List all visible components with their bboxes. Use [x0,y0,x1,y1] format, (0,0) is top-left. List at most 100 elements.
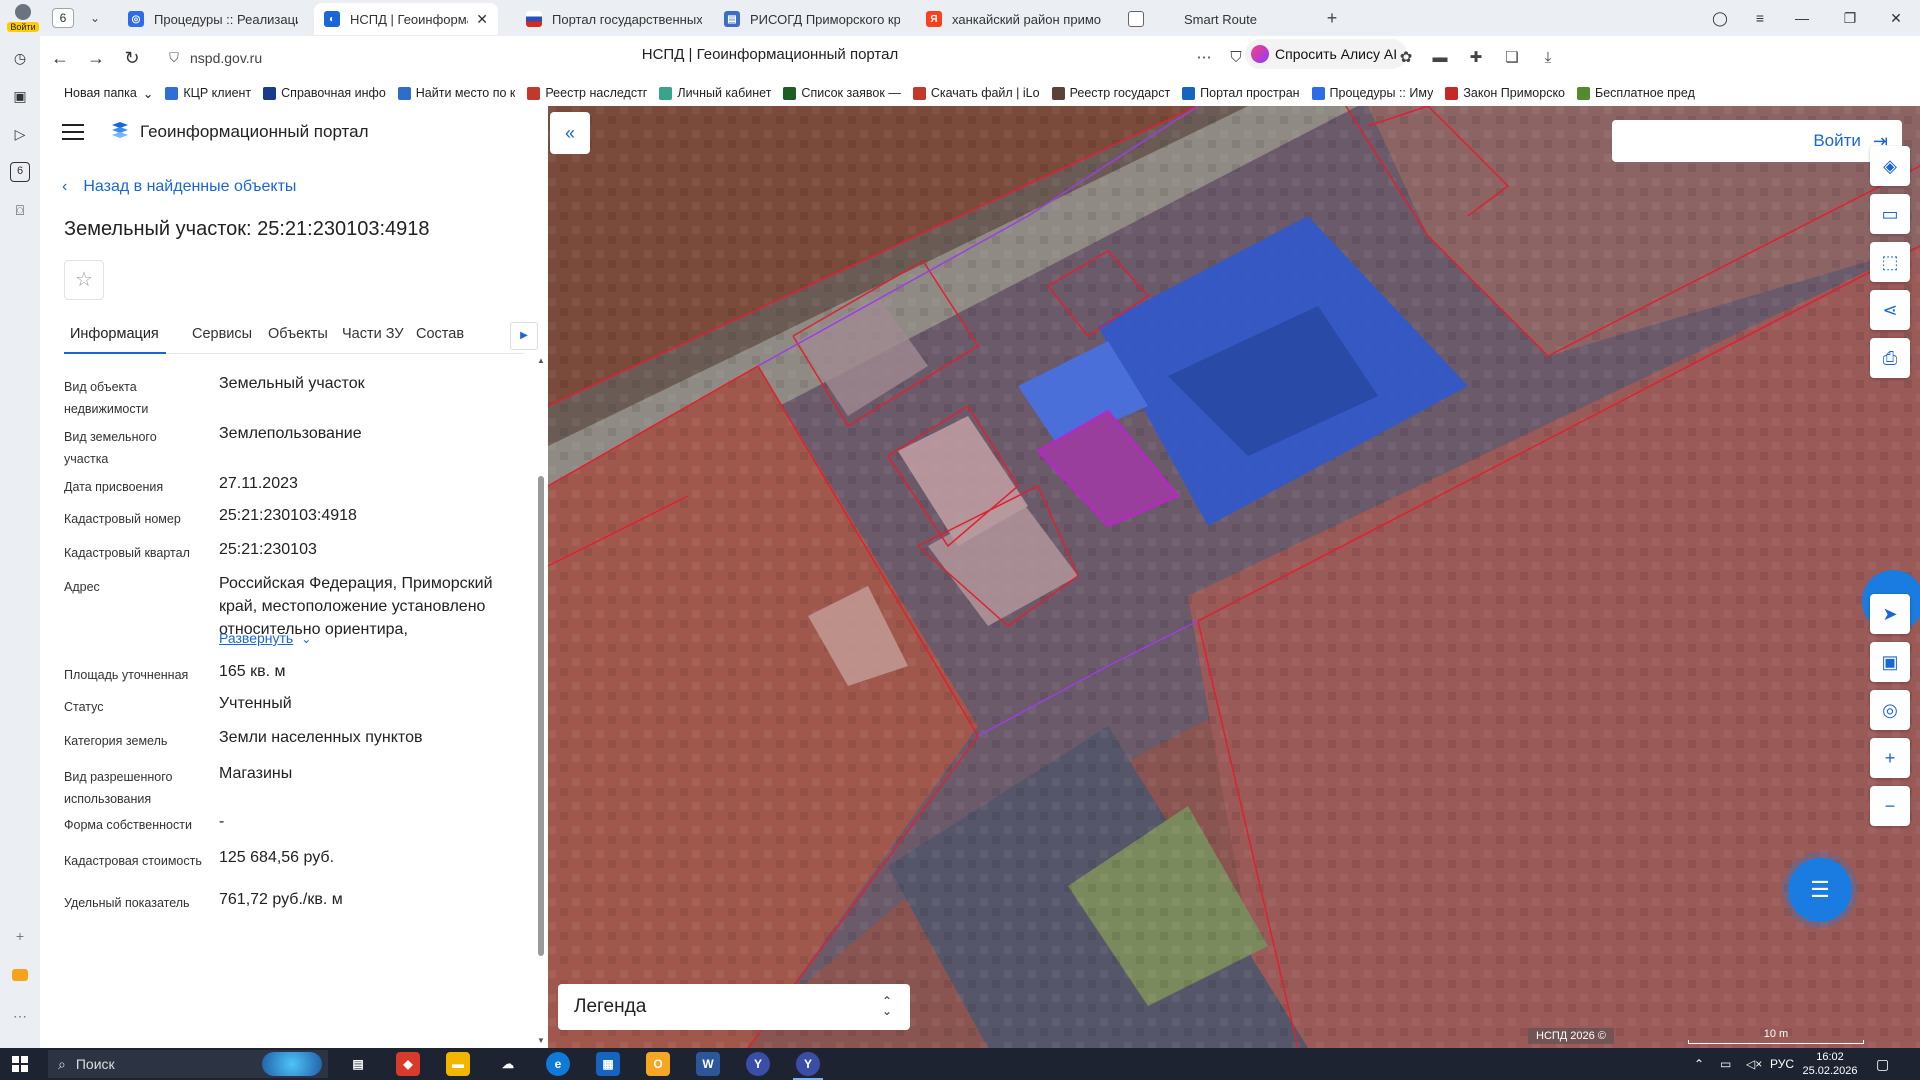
bookmark-item[interactable]: Справочная инфо [263,86,386,100]
browser-tab[interactable]: ◎ Процедуры :: Реализация [118,3,308,35]
minimap-icon[interactable]: ▣ [1870,642,1910,682]
app-icon[interactable]: ☁ [496,1052,520,1076]
legend-select[interactable]: Легенда ⌃ ⌄ [558,984,910,1030]
bookmark-icon[interactable]: ⛉ [1224,46,1248,70]
windows-start-icon[interactable] [12,1056,28,1072]
tab-parcel-parts[interactable]: Части ЗУ [342,326,404,342]
panel-scrollbar[interactable]: ▲ ▼ [536,356,546,1048]
tab-composition[interactable]: Состав [416,326,464,342]
extension-icon[interactable]: ✿ [1394,46,1418,70]
taskbar-clock[interactable]: 16:02 25.02.2026 [1800,1050,1860,1078]
screenshot-icon[interactable]: ⌼ [10,200,30,220]
bookmark-item[interactable]: КЦР клиент [165,86,251,100]
bookmark-favicon-icon [397,86,411,100]
download-icon[interactable]: ⤓ [1536,46,1560,70]
locate-icon[interactable]: ➤ [1870,594,1910,634]
bookmark-item[interactable]: Реестр государст [1051,86,1170,100]
browser-tab[interactable]: Smart Route [1118,3,1314,35]
print-icon[interactable]: ⎙ [1870,338,1910,378]
browser-tab[interactable]: Я ханкайский район примо [916,3,1112,35]
mail-icon[interactable] [10,966,30,986]
bookmark-favicon-icon [783,86,797,100]
chat-assistant-icon[interactable]: ☰ [1788,858,1852,922]
browser-tab-active[interactable]: ◐ НСПД | Геоинформаци ✕ [314,3,498,35]
maximize-icon[interactable]: ❐ [1832,0,1868,36]
bookmark-item[interactable]: Личный кабинет [659,86,771,100]
back-to-results-link[interactable]: ‹ Назад в найденные объекты [62,178,296,196]
bookmark-item[interactable]: Портал простран [1182,86,1300,100]
collections-icon[interactable]: ❏ [1500,46,1524,70]
bookmark-item[interactable]: Реестр наследстг [527,86,647,100]
outlook-icon[interactable]: O [646,1052,670,1076]
tab-services[interactable]: Сервисы [192,326,252,342]
tabs-scroll-right-icon[interactable]: ▶ [510,322,538,350]
hat-icon[interactable]: ▬ [1428,46,1452,70]
browser-tab[interactable]: Портал государственных [516,3,712,35]
zoom-out-icon[interactable]: − [1870,786,1910,826]
yandex-browser-active-icon[interactable]: Y [796,1052,820,1076]
edge-icon[interactable]: e [546,1052,570,1076]
login-button[interactable]: Войти ⇥ [1612,120,1902,162]
scroll-thumb[interactable] [538,476,544,956]
bookmark-favicon-icon [1182,86,1196,100]
attribute-label: Вид объекта недвижимости [64,380,149,416]
history-icon[interactable]: ◷ [10,48,30,68]
browser-tab[interactable]: ▤ РИСОГД Приморского кр [714,3,910,35]
app-anydesk-icon[interactable]: ◆ [396,1052,420,1076]
search-location-icon[interactable]: ◎ [1870,690,1910,730]
ask-alice-button[interactable]: Спросить Алису AI [1245,39,1408,69]
attribute-value: 27.11.2023 [219,475,298,492]
bookmark-item[interactable]: Найти место по к [397,86,515,100]
app-store-icon[interactable]: ▦ [596,1052,620,1076]
scroll-up-icon[interactable]: ▲ [536,356,546,365]
account-icon[interactable]: ◯ [1702,0,1738,36]
favorite-star-icon[interactable]: ☆ [64,260,104,300]
volume-icon[interactable]: ◁× [1746,1048,1762,1080]
window-close-icon[interactable]: ✕ [1878,0,1914,36]
expand-address-link[interactable]: Развернуть ⌄ [219,630,311,646]
network-icon[interactable]: ▭ [1720,1048,1731,1080]
file-explorer-icon[interactable]: ▬ [446,1052,470,1076]
bookmark-item[interactable]: Новая папка ⌄ [64,86,153,101]
task-view-icon[interactable]: ▤ [346,1052,370,1076]
hamburger-menu-icon[interactable] [62,124,84,140]
add-icon[interactable]: + [10,926,30,946]
more-icon[interactable]: ⋯ [10,1006,30,1026]
scroll-down-icon[interactable]: ▼ [536,1036,546,1045]
satellite-map[interactable] [548,106,1920,1048]
layers-icon[interactable]: ◈ [1870,146,1910,186]
menu-icon[interactable]: ≡ [1742,0,1778,36]
chevron-down-icon[interactable]: ⌄ [82,6,108,30]
more-icon[interactable]: ⋯ [1192,46,1216,70]
notifications-icon[interactable]: ▢ [1876,1048,1889,1080]
zoom-in-icon[interactable]: + [1870,738,1910,778]
word-icon[interactable]: W [696,1052,720,1076]
play-icon[interactable]: ▷ [10,124,30,144]
tab-count-badge[interactable]: 6 [52,8,74,28]
yandex-browser-icon[interactable]: Y [746,1052,770,1076]
select-area-icon[interactable]: ⬚ [1870,242,1910,282]
bookmark-item[interactable]: Список заявок — [783,86,901,100]
tab-information[interactable]: Информация [70,326,159,342]
collapse-panel-icon[interactable]: « [550,112,590,154]
tab-objects[interactable]: Объекты [268,326,328,342]
widgets-icon[interactable] [262,1052,322,1076]
map-view[interactable]: « Войти ⇥ ◈ ▭ ⬚ ⋖ ⎙ ✉ ➤ ▣ ◎ + − ☰ Легенд… [548,106,1920,1048]
ruler-icon[interactable]: ▭ [1870,194,1910,234]
close-icon[interactable]: ✕ [476,11,488,28]
share-icon[interactable]: ⋖ [1870,290,1910,330]
minimize-icon[interactable]: — [1784,0,1820,36]
language-indicator[interactable]: РУС [1770,1048,1794,1080]
attribute-value: 165 кв. м [219,663,286,680]
bookmark-favicon-icon [1051,86,1065,100]
bookmark-item[interactable]: Бесплатное пред [1577,86,1695,100]
profile-button[interactable]: Войти [0,0,46,36]
tab-count-rail-icon[interactable]: 6 [10,162,30,182]
puzzle-icon[interactable]: ✚ [1464,46,1488,70]
new-tab-icon[interactable]: + [1320,6,1344,30]
bookmark-item[interactable]: Закон Приморско [1445,86,1565,100]
bookmark-item[interactable]: Скачать файл | iLo [912,86,1040,100]
bookmark-item[interactable]: Процедуры :: Иму [1311,86,1433,100]
tray-expand-icon[interactable]: ⌃ [1694,1048,1704,1080]
notes-icon[interactable]: ▣ [10,86,30,106]
